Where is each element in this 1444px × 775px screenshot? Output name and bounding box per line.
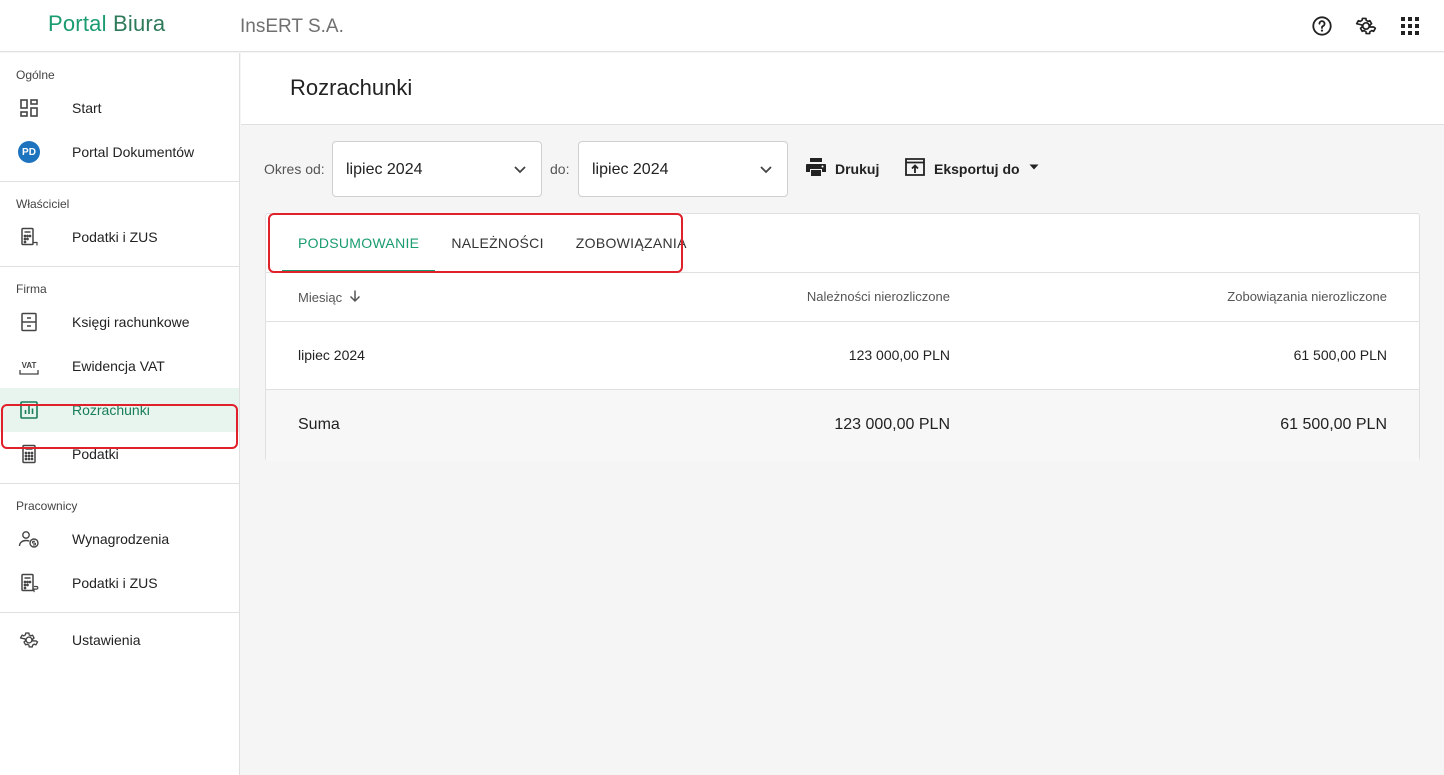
person-money-icon — [17, 527, 41, 551]
section-label-firma: Firma — [16, 282, 47, 296]
print-label: Drukuj — [835, 161, 880, 177]
period-to-value: lipiec 2024 — [592, 161, 669, 178]
period-from-value: lipiec 2024 — [346, 161, 423, 178]
sidebar-item-label: Rozrachunki — [72, 402, 150, 418]
divider — [0, 266, 239, 267]
sidebar-item-podatki-zus-wlasciciel[interactable]: Podatki i ZUS — [0, 215, 239, 259]
filters-bar: Okres od: lipiec 2024 do: lipiec 2024 Dr… — [241, 141, 1444, 197]
bar-chart-icon — [17, 398, 41, 422]
calculator-icon — [17, 571, 41, 595]
logo-part1: Portal — [48, 11, 107, 36]
divider — [0, 612, 239, 613]
table-row[interactable]: lipiec 2024 123 000,00 PLN 61 500,00 PLN — [266, 322, 1419, 390]
chevron-down-icon — [511, 160, 529, 183]
sum-naleznosci: 123 000,00 PLN — [834, 416, 950, 433]
gear-icon — [17, 628, 41, 652]
gear-icon[interactable] — [1354, 14, 1378, 38]
page-title: Rozrachunki — [290, 75, 413, 100]
printer-icon — [805, 157, 827, 182]
export-button[interactable]: Eksportuj do — [904, 157, 1040, 181]
company-name: InsERT S.A. — [240, 16, 344, 37]
sidebar: Ogólne Start PD Portal Dokumentów Właści… — [0, 53, 240, 775]
sidebar-item-portal-dokumentow[interactable]: PD Portal Dokumentów — [0, 130, 239, 174]
dashboard-icon — [17, 96, 41, 120]
sum-zobowiazania: 61 500,00 PLN — [1280, 416, 1387, 433]
sidebar-item-start[interactable]: Start — [0, 86, 239, 130]
logo-part2: Biura — [112, 11, 166, 36]
vat-icon-text: VAT — [22, 361, 37, 370]
print-button[interactable]: Drukuj — [805, 157, 879, 181]
period-from-label: Okres od: — [264, 161, 325, 177]
sidebar-item-label: Ewidencja VAT — [72, 358, 165, 374]
column-header-naleznosci[interactable]: Należności nierozliczone — [807, 289, 950, 304]
sidebar-item-wynagrodzenia[interactable]: Wynagrodzenia — [0, 517, 239, 561]
section-label-ogolne: Ogólne — [16, 68, 55, 82]
summary-card: PODSUMOWANIE NALEŻNOŚCI ZOBOWIĄZANIA Mie… — [265, 213, 1420, 461]
pd-badge: PD — [18, 141, 40, 163]
export-label: Eksportuj do — [934, 161, 1020, 177]
sum-label: Suma — [298, 416, 340, 433]
top-bar: Portal Biura InsERT S.A. — [0, 0, 1444, 52]
top-icons — [1310, 14, 1422, 38]
page-header: Rozrachunki — [241, 53, 1444, 125]
sidebar-item-podatki-zus-pracownicy[interactable]: Podatki i ZUS — [0, 561, 239, 605]
sidebar-item-label: Portal Dokumentów — [72, 144, 195, 160]
sidebar-item-ewidencja-vat[interactable]: VAT Ewidencja VAT — [0, 344, 239, 388]
apps-grid-icon[interactable] — [1398, 14, 1422, 38]
period-to-label: do: — [550, 161, 570, 177]
calculator-icon — [17, 442, 41, 466]
sidebar-item-label: Wynagrodzenia — [72, 531, 170, 547]
main-content: Rozrachunki Okres od: lipiec 2024 do: li… — [241, 53, 1444, 775]
column-header-miesiac[interactable]: Miesiąc — [298, 289, 362, 306]
caret-down-icon — [1028, 160, 1040, 178]
cell-naleznosci: 123 000,00 PLN — [848, 347, 950, 363]
period-from-select[interactable]: lipiec 2024 — [332, 141, 542, 197]
sidebar-item-label: Podatki i ZUS — [72, 575, 158, 591]
sidebar-item-podatki[interactable]: Podatki — [0, 432, 239, 476]
tabs-bar: PODSUMOWANIE NALEŻNOŚCI ZOBOWIĄZANIA — [282, 214, 703, 272]
tab-naleznosci[interactable]: NALEŻNOŚCI — [435, 214, 559, 272]
sidebar-item-label: Podatki i ZUS — [72, 229, 158, 245]
sum-row: Suma 123 000,00 PLN 61 500,00 PLN — [266, 390, 1419, 461]
tab-podsumowanie[interactable]: PODSUMOWANIE — [282, 214, 436, 272]
tab-zobowiazania[interactable]: ZOBOWIĄZANIA — [560, 214, 703, 272]
export-icon — [904, 157, 926, 182]
sidebar-item-label: Księgi rachunkowe — [72, 314, 190, 330]
divider — [0, 181, 239, 182]
chevron-down-icon — [757, 160, 775, 183]
help-icon[interactable] — [1310, 14, 1334, 38]
arrow-down-icon — [348, 289, 362, 306]
sidebar-item-ksiegi-rachunkowe[interactable]: Księgi rachunkowe — [0, 300, 239, 344]
pd-badge-icon: PD — [17, 140, 41, 164]
section-label-pracownicy: Pracownicy — [16, 499, 78, 513]
column-header-zobowiazania[interactable]: Zobowiązania nierozliczone — [1227, 289, 1387, 304]
cell-zobowiazania: 61 500,00 PLN — [1293, 347, 1387, 363]
table-header: Miesiąc Należności nierozliczone Zobowią… — [266, 272, 1419, 322]
portal-biura-logo[interactable]: Portal Biura — [48, 10, 165, 38]
ledger-icon — [17, 310, 41, 334]
calculator-icon — [17, 225, 41, 249]
vat-icon: VAT — [17, 354, 41, 378]
period-to-select[interactable]: lipiec 2024 — [578, 141, 788, 197]
sidebar-item-rozrachunki[interactable]: Rozrachunki — [0, 388, 239, 432]
section-label-wlasciciel: Właściciel — [16, 197, 70, 211]
sidebar-item-ustawienia[interactable]: Ustawienia — [0, 618, 239, 662]
divider — [0, 483, 239, 484]
cell-month: lipiec 2024 — [298, 347, 365, 363]
sidebar-item-label: Start — [72, 100, 102, 116]
sidebar-item-label: Ustawienia — [72, 632, 141, 648]
sidebar-item-label: Podatki — [72, 446, 119, 462]
column-header-label: Miesiąc — [298, 290, 343, 305]
